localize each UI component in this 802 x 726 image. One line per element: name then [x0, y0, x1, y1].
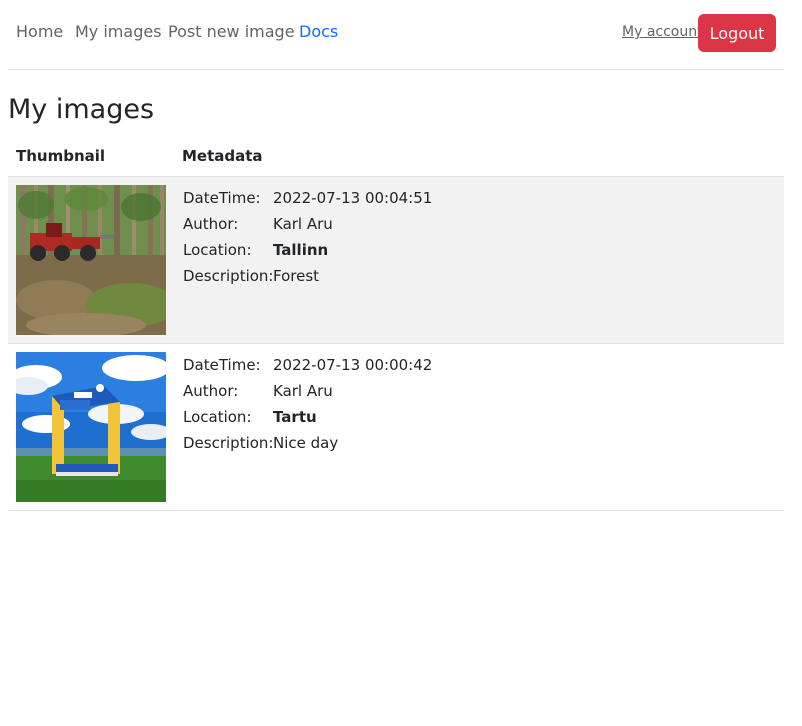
- metadata-column-header: Metadata: [182, 147, 263, 165]
- page-title: My images: [8, 94, 155, 125]
- datetime-label: DateTime:: [183, 356, 261, 374]
- images-table: Thumbnail Metadata DateTime: 2022-07-13 …: [8, 137, 784, 511]
- datetime-value: 2022-07-13 00:00:42: [273, 356, 433, 374]
- author-value: Karl Aru: [273, 382, 333, 400]
- location-value: Tartu: [273, 408, 317, 426]
- author-label: Author:: [183, 382, 239, 400]
- author-value: Karl Aru: [273, 215, 333, 233]
- forest-harvester-photo[interactable]: [16, 185, 166, 335]
- datetime-value: 2022-07-13 00:04:51: [273, 189, 433, 207]
- location-label: Location:: [183, 408, 252, 426]
- location-value: Tallinn: [273, 241, 329, 259]
- location-label: Location:: [183, 241, 252, 259]
- description-label: Description:: [183, 434, 274, 452]
- table-row: DateTime: 2022-07-13 00:00:42 Author: Ka…: [8, 344, 784, 511]
- author-label: Author:: [183, 215, 239, 233]
- navbar: Home My images Post new image Docs My ac…: [8, 0, 784, 70]
- datetime-label: DateTime:: [183, 189, 261, 207]
- description-label: Description:: [183, 267, 274, 285]
- nav-my-images-link[interactable]: My images: [75, 22, 162, 41]
- thumbnail-column-header: Thumbnail: [16, 147, 106, 165]
- sky-sign-photo[interactable]: [16, 352, 166, 502]
- my-account-link[interactable]: My account: [622, 24, 703, 40]
- table-header: Thumbnail Metadata: [8, 137, 784, 177]
- table-row: DateTime: 2022-07-13 00:04:51 Author: Ka…: [8, 177, 784, 344]
- nav-home-link[interactable]: Home: [16, 22, 63, 41]
- logout-button[interactable]: Logout: [698, 14, 776, 52]
- description-value: Forest: [273, 267, 320, 285]
- description-value: Nice day: [273, 434, 339, 452]
- nav-docs-link[interactable]: Docs: [299, 22, 338, 41]
- nav-post-new-image-link[interactable]: Post new image: [168, 22, 295, 41]
